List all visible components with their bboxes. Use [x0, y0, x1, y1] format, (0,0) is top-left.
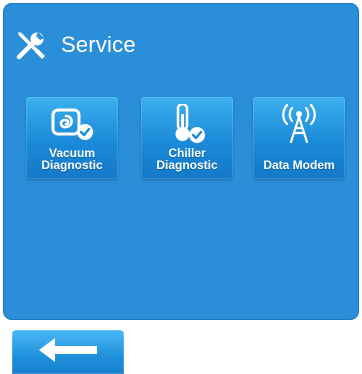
- tile-label: Chiller Diagnostic: [156, 146, 218, 172]
- tile-label: Vacuum Diagnostic: [41, 146, 103, 172]
- vacuum-diagnostic-button[interactable]: Vacuum Diagnostic: [26, 97, 118, 179]
- vacuum-swirl-check-icon: [26, 105, 118, 143]
- chiller-diagnostic-button[interactable]: Chiller Diagnostic: [141, 97, 233, 179]
- thermometer-check-icon: [141, 104, 233, 143]
- back-button[interactable]: [12, 330, 124, 374]
- antenna-tower-icon: [253, 104, 345, 144]
- page-title: Service: [61, 32, 136, 57]
- page-header: Service: [13, 25, 136, 65]
- tools-icon: [13, 27, 49, 63]
- tile-label: Data Modem: [263, 158, 335, 172]
- left-arrow-icon: [35, 335, 101, 370]
- data-modem-button[interactable]: Data Modem: [253, 97, 345, 179]
